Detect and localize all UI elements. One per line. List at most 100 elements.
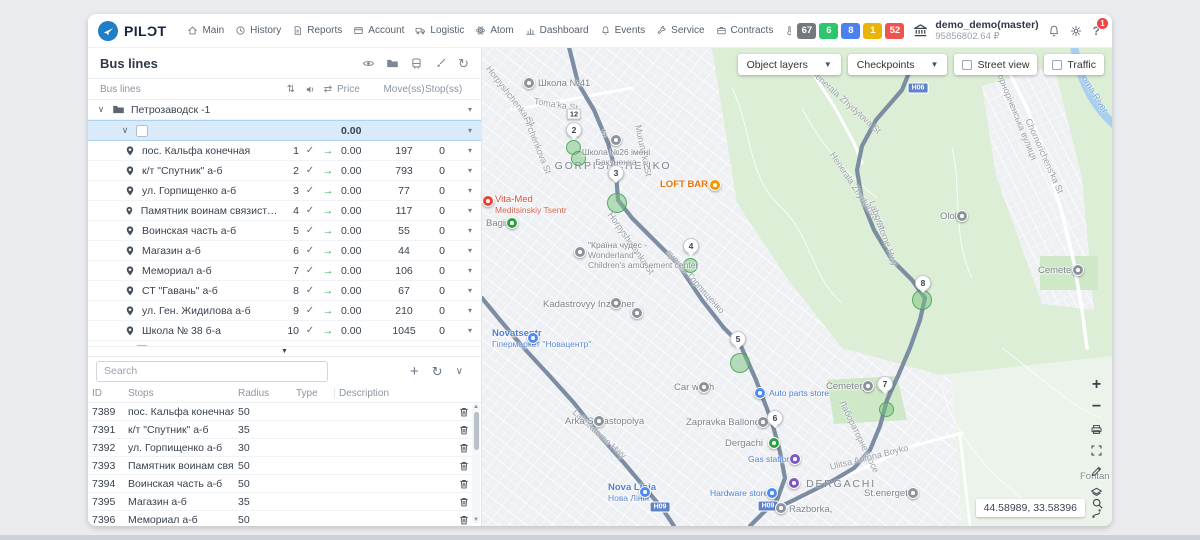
zoom-in-button[interactable]: +: [1092, 378, 1101, 392]
counter-blue[interactable]: 8: [841, 23, 860, 39]
counter-gray[interactable]: 67: [797, 23, 816, 39]
tree-stop-row[interactable]: Школа № 38 б-а 10✓→ 0.0010450 ▾: [88, 321, 481, 341]
row-menu-caret[interactable]: ▾: [459, 226, 481, 235]
row-menu-caret[interactable]: ▾: [459, 326, 481, 335]
pin-icon: [124, 225, 136, 237]
route-marker[interactable]: 6: [767, 410, 783, 426]
nav-item-contracts[interactable]: Contracts: [711, 22, 779, 39]
route-marker[interactable]: 7: [877, 376, 893, 392]
stop-circle[interactable]: [730, 353, 750, 373]
traffic-toggle[interactable]: Traffic: [1044, 54, 1104, 75]
nav-item-events[interactable]: Events: [595, 22, 651, 39]
scroll-up-icon[interactable]: ▲: [472, 404, 480, 410]
stops-table-row[interactable]: 7395Магазин а-б35: [88, 493, 481, 511]
help-button[interactable]: ? 1: [1091, 24, 1102, 38]
nav-item-climate[interactable]: Climate: [779, 22, 791, 39]
swap-icon[interactable]: ⇄: [319, 84, 337, 95]
counter-yellow[interactable]: 1: [863, 23, 882, 39]
search-input[interactable]: [96, 361, 328, 382]
checkbox-icon[interactable]: [962, 60, 972, 70]
tree-stop-row[interactable]: Магазин а-б 6✓→ 0.00440 ▾: [88, 241, 481, 261]
thermometer-icon: [784, 25, 791, 36]
row-menu-caret[interactable]: ▾: [459, 105, 481, 114]
nav-item-reports[interactable]: Reports: [287, 22, 347, 39]
expand-caret[interactable]: ∨: [120, 125, 130, 136]
settings-button[interactable]: [1069, 24, 1083, 38]
brush-icon[interactable]: [434, 57, 447, 70]
row-menu-caret[interactable]: ▾: [459, 186, 481, 195]
tree-stop-row[interactable]: ул. Ген. Жидилова а-б 9✓→ 0.002100 ▾: [88, 301, 481, 321]
counter-red[interactable]: 52: [885, 23, 904, 39]
tree-stop-row[interactable]: Воинская часть а-б 5✓→ 0.00550 ▾: [88, 221, 481, 241]
row-menu-caret[interactable]: ▾: [459, 206, 481, 215]
counter-green[interactable]: 6: [819, 23, 838, 39]
tree-group-row-selected[interactable]: ∨ Центральный холм(27) 0.00 ▾: [88, 120, 481, 141]
route-marker[interactable]: 4: [683, 238, 699, 254]
stops-table-row[interactable]: 7394Воинская часть а-б50: [88, 475, 481, 493]
user-account[interactable]: demo_demo(master) 95856802.64 ₽: [912, 19, 1038, 42]
row-menu-caret[interactable]: ▾: [459, 286, 481, 295]
folder-icon[interactable]: [386, 57, 399, 70]
row-menu-caret[interactable]: ▾: [459, 146, 481, 155]
tree-folder-row[interactable]: ∨ Петрозаводск -1 ▾: [88, 100, 481, 120]
row-menu-caret[interactable]: ▾: [459, 246, 481, 255]
group-checkbox[interactable]: [136, 125, 148, 137]
checkpoints-dropdown[interactable]: Checkpoints▼: [848, 54, 948, 75]
stops-table-row[interactable]: 7389пос. Кальфа конечная50: [88, 403, 481, 421]
nav-item-history[interactable]: History: [230, 22, 286, 39]
table-scrollbar[interactable]: ▲ ▼: [472, 403, 480, 524]
cluster-badge[interactable]: 12: [567, 109, 581, 120]
object-layers-dropdown[interactable]: Object layers▼: [738, 54, 841, 75]
tree-stop-row[interactable]: СТ "Гавань" а-б 8✓→ 0.00670 ▾: [88, 281, 481, 301]
tree-stop-row[interactable]: к/т "Спутник" а-б 2✓→ 0.007930 ▾: [88, 161, 481, 181]
street-view-toggle[interactable]: Street view: [954, 54, 1037, 75]
nav-item-dashboard[interactable]: Dashboard: [520, 22, 594, 39]
row-menu-caret[interactable]: ▾: [459, 306, 481, 315]
tree-stop-row[interactable]: пос. Кальфа конечная 1✓→ 0.001970 ▾: [88, 141, 481, 161]
stops-table-row[interactable]: 7393Памятник воинам связистам а-б50: [88, 457, 481, 475]
map-canvas[interactable]: GORPISHCHENKO DERGAC­HI Horpyshchenka St…: [482, 48, 1112, 526]
visibility-icon[interactable]: [362, 57, 375, 70]
logo[interactable]: PILƆT: [98, 21, 166, 41]
nav-item-atom[interactable]: Atom: [470, 22, 518, 39]
col-move: Move(ss): [383, 84, 425, 95]
tree-stop-row[interactable]: Памятник воинам связистам а-б 4✓→ 0.0011…: [88, 201, 481, 221]
notifications-button[interactable]: [1047, 24, 1061, 38]
add-stop-button[interactable]: +: [410, 364, 419, 379]
bus-lines-tree: ∨ Петрозаводск -1 ▾ ∨ Центральный холм(2…: [88, 100, 481, 346]
checkbox-icon[interactable]: [1052, 60, 1062, 70]
refresh-icon[interactable]: ↻: [432, 365, 443, 378]
route-marker[interactable]: 3: [608, 165, 624, 181]
scroll-down-icon[interactable]: ▼: [472, 517, 480, 523]
nav-item-service[interactable]: Service: [651, 22, 709, 39]
row-menu-caret[interactable]: ▾: [459, 126, 481, 135]
stop-circle[interactable]: [879, 402, 894, 417]
zoom-out-button[interactable]: −: [1092, 400, 1101, 414]
tree-stop-row[interactable]: Мемориал а-б 7✓→ 0.001060 ▾: [88, 261, 481, 281]
nav-item-main[interactable]: Main: [182, 22, 229, 39]
route-marker[interactable]: 8: [915, 275, 931, 291]
edit-button[interactable]: [1090, 465, 1103, 478]
tree-stop-row[interactable]: ул. Горпищенко а-б 3✓→ 0.00770 ▾: [88, 181, 481, 201]
row-menu-caret[interactable]: ▾: [459, 266, 481, 275]
stops-table-row[interactable]: 7392ул. Горпищенко а-б30: [88, 439, 481, 457]
panel-splitter[interactable]: ▼: [88, 346, 481, 356]
print-button[interactable]: [1090, 423, 1103, 436]
nav-item-logistic[interactable]: Logistic: [410, 22, 469, 39]
scrollbar-thumb[interactable]: [474, 412, 479, 450]
stops-table-row[interactable]: 7391к/т "Спутник" а-б35: [88, 421, 481, 439]
route-marker[interactable]: 2: [566, 122, 582, 138]
speaker-icon[interactable]: [305, 84, 316, 95]
route-marker[interactable]: 5: [730, 331, 746, 347]
stops-table-row[interactable]: 7396Мемориал а-б50: [88, 511, 481, 526]
refresh-icon[interactable]: ↻: [458, 57, 469, 70]
expand-caret[interactable]: ∨: [96, 104, 106, 115]
nav-item-account[interactable]: Account: [348, 22, 409, 39]
search-location-button[interactable]: [1091, 497, 1104, 515]
stop-circle[interactable]: [607, 193, 627, 213]
collapse-chevron-icon[interactable]: ∨: [456, 366, 463, 377]
row-menu-caret[interactable]: ▾: [459, 166, 481, 175]
bus-icon[interactable]: [410, 57, 423, 70]
sort-icon[interactable]: ⇅: [281, 84, 301, 95]
select-area-button[interactable]: [1090, 444, 1103, 457]
